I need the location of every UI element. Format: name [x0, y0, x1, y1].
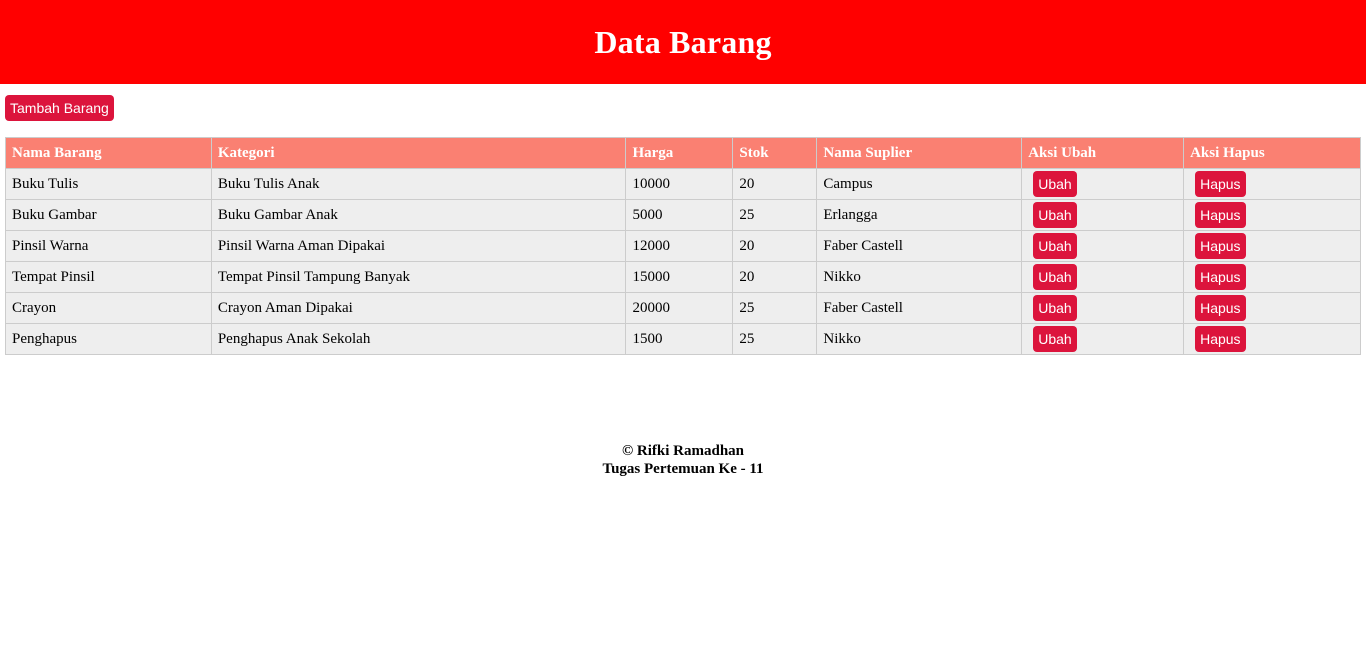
- cell-aksi-ubah: Ubah: [1021, 323, 1185, 355]
- cell-kategori: Buku Tulis Anak: [210, 168, 627, 200]
- cell-aksi-hapus: Hapus: [1183, 323, 1361, 355]
- column-header-aksi-hapus: Aksi Hapus: [1183, 137, 1361, 169]
- column-header-kategori: Kategori: [210, 137, 627, 169]
- cell-aksi-ubah: Ubah: [1021, 292, 1185, 324]
- cell-kategori: Pinsil Warna Aman Dipakai: [210, 230, 627, 262]
- edit-button[interactable]: Ubah: [1033, 171, 1077, 197]
- cell-nama-barang: Buku Tulis: [5, 168, 212, 200]
- cell-stok: 25: [732, 199, 818, 231]
- cell-aksi-hapus: Hapus: [1183, 292, 1361, 324]
- cell-aksi-hapus: Hapus: [1183, 230, 1361, 262]
- cell-aksi-ubah: Ubah: [1021, 199, 1185, 231]
- cell-harga: 1500: [625, 323, 734, 355]
- cell-nama-barang: Pinsil Warna: [5, 230, 212, 262]
- column-header-stok: Stok: [732, 137, 818, 169]
- cell-nama-suplier: Faber Castell: [816, 292, 1023, 324]
- edit-button[interactable]: Ubah: [1033, 264, 1077, 290]
- table-header-row: Nama Barang Kategori Harga Stok Nama Sup…: [5, 137, 1361, 169]
- edit-button[interactable]: Ubah: [1033, 233, 1077, 259]
- footer-copyright: © Rifki Ramadhan: [621, 443, 745, 459]
- delete-button[interactable]: Hapus: [1195, 202, 1246, 228]
- table-row: Penghapus Penghapus Anak Sekolah 1500 25…: [5, 323, 1361, 355]
- cell-aksi-hapus: Hapus: [1183, 199, 1361, 231]
- cell-nama-barang: Tempat Pinsil: [5, 261, 212, 293]
- cell-kategori: Tempat Pinsil Tampung Banyak: [210, 261, 627, 293]
- add-item-button[interactable]: Tambah Barang: [5, 95, 114, 121]
- column-header-harga: Harga: [625, 137, 734, 169]
- cell-nama-barang: Penghapus: [5, 323, 212, 355]
- cell-kategori: Crayon Aman Dipakai: [210, 292, 627, 324]
- cell-kategori: Buku Gambar Anak: [210, 199, 627, 231]
- cell-harga: 20000: [625, 292, 734, 324]
- cell-stok: 20: [732, 168, 818, 200]
- column-header-nama-barang: Nama Barang: [5, 137, 212, 169]
- cell-aksi-ubah: Ubah: [1021, 261, 1185, 293]
- delete-button[interactable]: Hapus: [1195, 326, 1246, 352]
- cell-aksi-ubah: Ubah: [1021, 168, 1185, 200]
- edit-button[interactable]: Ubah: [1033, 295, 1077, 321]
- cell-aksi-hapus: Hapus: [1183, 261, 1361, 293]
- page-title: Data Barang: [594, 23, 772, 60]
- page-footer: © Rifki Ramadhan Tugas Pertemuan Ke - 11: [0, 442, 1366, 478]
- table-row: Tempat Pinsil Tempat Pinsil Tampung Bany…: [5, 261, 1361, 293]
- cell-aksi-hapus: Hapus: [1183, 168, 1361, 200]
- footer-assignment: Tugas Pertemuan Ke - 11: [602, 461, 764, 477]
- table-row: Pinsil Warna Pinsil Warna Aman Dipakai 1…: [5, 230, 1361, 262]
- cell-stok: 25: [732, 292, 818, 324]
- items-table: Nama Barang Kategori Harga Stok Nama Sup…: [5, 137, 1361, 355]
- table-row: Crayon Crayon Aman Dipakai 20000 25 Fabe…: [5, 292, 1361, 324]
- cell-harga: 15000: [625, 261, 734, 293]
- cell-nama-barang: Buku Gambar: [5, 199, 212, 231]
- cell-nama-suplier: Campus: [816, 168, 1023, 200]
- delete-button[interactable]: Hapus: [1195, 295, 1246, 321]
- cell-aksi-ubah: Ubah: [1021, 230, 1185, 262]
- cell-kategori: Penghapus Anak Sekolah: [210, 323, 627, 355]
- page-header: Data Barang: [0, 0, 1366, 84]
- cell-nama-barang: Crayon: [5, 292, 212, 324]
- cell-stok: 20: [732, 230, 818, 262]
- cell-stok: 20: [732, 261, 818, 293]
- edit-button[interactable]: Ubah: [1033, 202, 1077, 228]
- cell-nama-suplier: Faber Castell: [816, 230, 1023, 262]
- column-header-aksi-ubah: Aksi Ubah: [1021, 137, 1185, 169]
- cell-harga: 5000: [625, 199, 734, 231]
- cell-nama-suplier: Erlangga: [816, 199, 1023, 231]
- delete-button[interactable]: Hapus: [1195, 264, 1246, 290]
- cell-harga: 12000: [625, 230, 734, 262]
- delete-button[interactable]: Hapus: [1195, 233, 1246, 259]
- table-row: Buku Gambar Buku Gambar Anak 5000 25 Erl…: [5, 199, 1361, 231]
- cell-nama-suplier: Nikko: [816, 323, 1023, 355]
- cell-harga: 10000: [625, 168, 734, 200]
- column-header-nama-suplier: Nama Suplier: [816, 137, 1023, 169]
- edit-button[interactable]: Ubah: [1033, 326, 1077, 352]
- table-row: Buku Tulis Buku Tulis Anak 10000 20 Camp…: [5, 168, 1361, 200]
- cell-stok: 25: [732, 323, 818, 355]
- cell-nama-suplier: Nikko: [816, 261, 1023, 293]
- delete-button[interactable]: Hapus: [1195, 171, 1246, 197]
